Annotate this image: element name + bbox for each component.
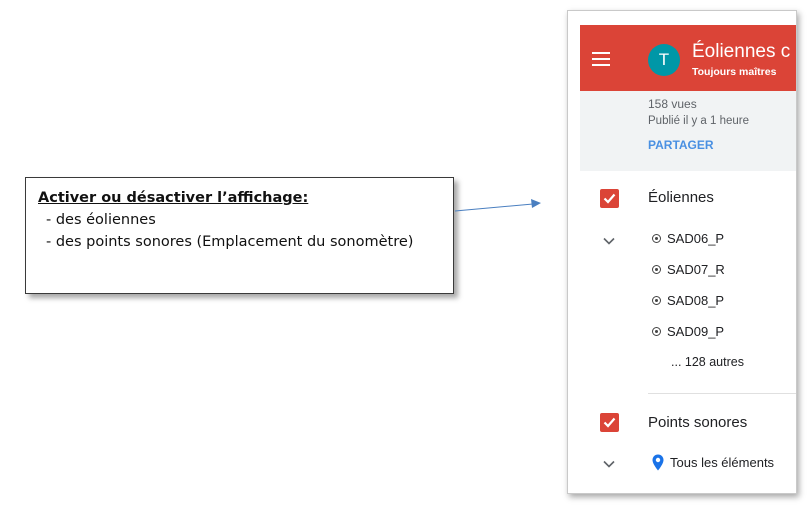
avatar[interactable]: T bbox=[648, 44, 680, 76]
map-title: Éoliennes c bbox=[692, 41, 791, 62]
map-header: T Éoliennes c Toujours maîtres bbox=[580, 25, 796, 91]
menu-icon[interactable] bbox=[592, 52, 610, 66]
checkmark-icon bbox=[603, 193, 616, 204]
feature-item[interactable]: SAD08_P bbox=[652, 293, 724, 311]
point-marker-icon bbox=[652, 296, 661, 306]
map-subtitle: Toujours maîtres bbox=[692, 66, 777, 78]
published-time: Publié il y a 1 heure bbox=[648, 115, 750, 127]
checkmark-icon bbox=[603, 417, 616, 428]
feature-item[interactable]: SAD07_R bbox=[652, 262, 725, 280]
view-count: 158 vues bbox=[648, 97, 697, 111]
map-info: 158 vues Publié il y a 1 heure PARTAGER bbox=[580, 91, 796, 171]
layer-divider bbox=[648, 393, 796, 394]
layer-points-sonores-checkbox[interactable] bbox=[600, 413, 619, 432]
layer-eoliennes-name: Éoliennes bbox=[648, 189, 714, 206]
share-button[interactable]: PARTAGER bbox=[648, 138, 714, 152]
point-marker-icon bbox=[652, 265, 661, 275]
point-marker-icon bbox=[652, 327, 661, 337]
chevron-down-icon[interactable] bbox=[603, 460, 615, 468]
chevron-down-icon[interactable] bbox=[603, 237, 615, 245]
more-features-link[interactable]: ... 128 autres bbox=[671, 355, 744, 369]
layer-eoliennes-checkbox[interactable] bbox=[600, 189, 619, 208]
map-legend-panel: T Éoliennes c Toujours maîtres 158 vues … bbox=[567, 10, 797, 494]
all-items-link[interactable]: Tous les éléments bbox=[670, 455, 774, 470]
layer-points-sonores-name: Points sonores bbox=[648, 414, 748, 431]
feature-item[interactable]: SAD06_P bbox=[652, 231, 724, 249]
map-pin-icon bbox=[652, 454, 664, 471]
point-marker-icon bbox=[652, 234, 661, 244]
feature-item[interactable]: SAD09_P bbox=[652, 324, 724, 342]
